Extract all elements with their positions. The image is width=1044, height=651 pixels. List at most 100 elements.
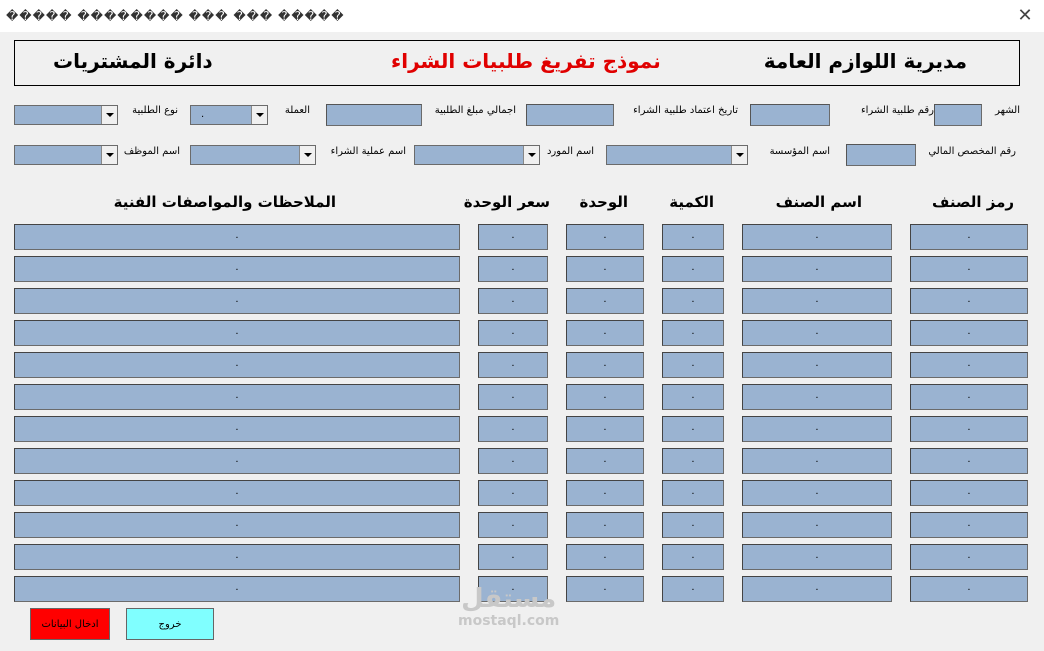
cell-item-name[interactable]: . (742, 384, 892, 410)
cell-unit-price[interactable]: . (478, 320, 548, 346)
purchase-process-select[interactable] (190, 145, 316, 165)
cell-quantity[interactable]: . (662, 480, 724, 506)
cell-unit-price[interactable]: . (478, 480, 548, 506)
cell-quantity[interactable]: . (662, 320, 724, 346)
cell-unit-price[interactable]: . (478, 512, 548, 538)
cell-item-code[interactable]: . (910, 352, 1028, 378)
cell-item-code[interactable]: . (910, 288, 1028, 314)
cell-unit[interactable]: . (566, 544, 644, 570)
cell-item-name[interactable]: . (742, 544, 892, 570)
chevron-down-icon[interactable] (299, 146, 315, 164)
exit-button[interactable]: خروج (126, 608, 214, 640)
cell-notes[interactable]: . (14, 544, 460, 570)
cell-quantity[interactable]: . (662, 416, 724, 442)
cell-unit[interactable]: . (566, 320, 644, 346)
cell-item-name[interactable]: . (742, 256, 892, 282)
allocation-no-field[interactable] (846, 144, 916, 166)
cell-item-code[interactable]: . (910, 256, 1028, 282)
watermark-logo: مستقل (461, 584, 557, 614)
enter-data-button[interactable]: ادخال البيانات (30, 608, 110, 640)
cell-notes[interactable]: . (14, 576, 460, 602)
cell-unit[interactable]: . (566, 416, 644, 442)
po-total-field[interactable] (326, 104, 422, 126)
cell-quantity[interactable]: . (662, 352, 724, 378)
cell-item-name[interactable]: . (742, 480, 892, 506)
cell-quantity[interactable]: . (662, 224, 724, 250)
label-order-type: نوع الطلبية (132, 105, 178, 116)
cell-unit[interactable]: . (566, 448, 644, 474)
chevron-down-icon[interactable] (101, 106, 117, 124)
cell-unit-price[interactable]: . (478, 288, 548, 314)
chevron-down-icon[interactable] (101, 146, 117, 164)
cell-quantity[interactable]: . (662, 384, 724, 410)
close-icon[interactable]: ✕ (1014, 4, 1036, 26)
cell-unit-price[interactable]: . (478, 256, 548, 282)
cell-quantity[interactable]: . (662, 256, 724, 282)
chevron-down-icon[interactable] (731, 146, 747, 164)
cell-unit[interactable]: . (566, 288, 644, 314)
cell-item-name[interactable]: . (742, 288, 892, 314)
cell-unit-price[interactable]: . (478, 224, 548, 250)
institution-select[interactable] (606, 145, 748, 165)
cell-quantity[interactable]: . (662, 288, 724, 314)
cell-notes[interactable]: . (14, 384, 460, 410)
label-po-approval-date: تاريخ اعتماد طلبية الشراء (633, 105, 738, 116)
cell-item-code[interactable]: . (910, 480, 1028, 506)
cell-item-code[interactable]: . (910, 384, 1028, 410)
cell-item-name[interactable]: . (742, 352, 892, 378)
form-title: نموذج تفريغ طلبيات الشراء (391, 49, 661, 73)
cell-item-name[interactable]: . (742, 416, 892, 442)
cell-item-code[interactable]: . (910, 576, 1028, 602)
cell-notes[interactable]: . (14, 512, 460, 538)
po-number-field[interactable] (750, 104, 830, 126)
watermark: مستقل mostaql.com (458, 585, 559, 629)
cell-item-code[interactable]: . (910, 320, 1028, 346)
chevron-down-icon[interactable] (251, 106, 267, 124)
currency-select[interactable]: . (190, 105, 268, 125)
cell-notes[interactable]: . (14, 480, 460, 506)
month-field[interactable] (934, 104, 982, 126)
cell-unit-price[interactable]: . (478, 544, 548, 570)
cell-quantity[interactable]: . (662, 448, 724, 474)
cell-item-name[interactable]: . (742, 320, 892, 346)
cell-quantity[interactable]: . (662, 576, 724, 602)
cell-unit[interactable]: . (566, 576, 644, 602)
cell-unit-price[interactable]: . (478, 448, 548, 474)
cell-notes[interactable]: . (14, 352, 460, 378)
label-employee: اسم الموظف (123, 146, 180, 157)
cell-unit-price[interactable]: . (478, 416, 548, 442)
cell-item-name[interactable]: . (742, 448, 892, 474)
cell-unit[interactable]: . (566, 256, 644, 282)
cell-quantity[interactable]: . (662, 512, 724, 538)
supplier-select[interactable] (414, 145, 540, 165)
cell-item-name[interactable]: . (742, 512, 892, 538)
po-approval-date-field[interactable] (526, 104, 614, 126)
chevron-down-icon[interactable] (523, 146, 539, 164)
label-po-number: رقم طلبية الشراء (860, 105, 934, 116)
cell-item-name[interactable]: . (742, 576, 892, 602)
cell-item-code[interactable]: . (910, 224, 1028, 250)
cell-unit-price[interactable]: . (478, 384, 548, 410)
cell-notes[interactable]: . (14, 224, 460, 250)
cell-unit[interactable]: . (566, 512, 644, 538)
cell-item-code[interactable]: . (910, 448, 1028, 474)
cell-quantity[interactable]: . (662, 544, 724, 570)
cell-notes[interactable]: . (14, 256, 460, 282)
cell-notes[interactable]: . (14, 320, 460, 346)
cell-notes[interactable]: . (14, 448, 460, 474)
cell-item-code[interactable]: . (910, 416, 1028, 442)
cell-unit[interactable]: . (566, 384, 644, 410)
order-type-select[interactable] (14, 105, 118, 125)
employee-select[interactable] (14, 145, 118, 165)
cell-unit[interactable]: . (566, 480, 644, 506)
cell-unit[interactable]: . (566, 224, 644, 250)
cell-unit[interactable]: . (566, 352, 644, 378)
cell-item-name[interactable]: . (742, 224, 892, 250)
label-supplier: اسم المورد (546, 146, 594, 157)
cell-item-code[interactable]: . (910, 512, 1028, 538)
watermark-url: mostaql.com (458, 613, 560, 629)
cell-item-code[interactable]: . (910, 544, 1028, 570)
cell-unit-price[interactable]: . (478, 352, 548, 378)
cell-notes[interactable]: . (14, 288, 460, 314)
cell-notes[interactable]: . (14, 416, 460, 442)
